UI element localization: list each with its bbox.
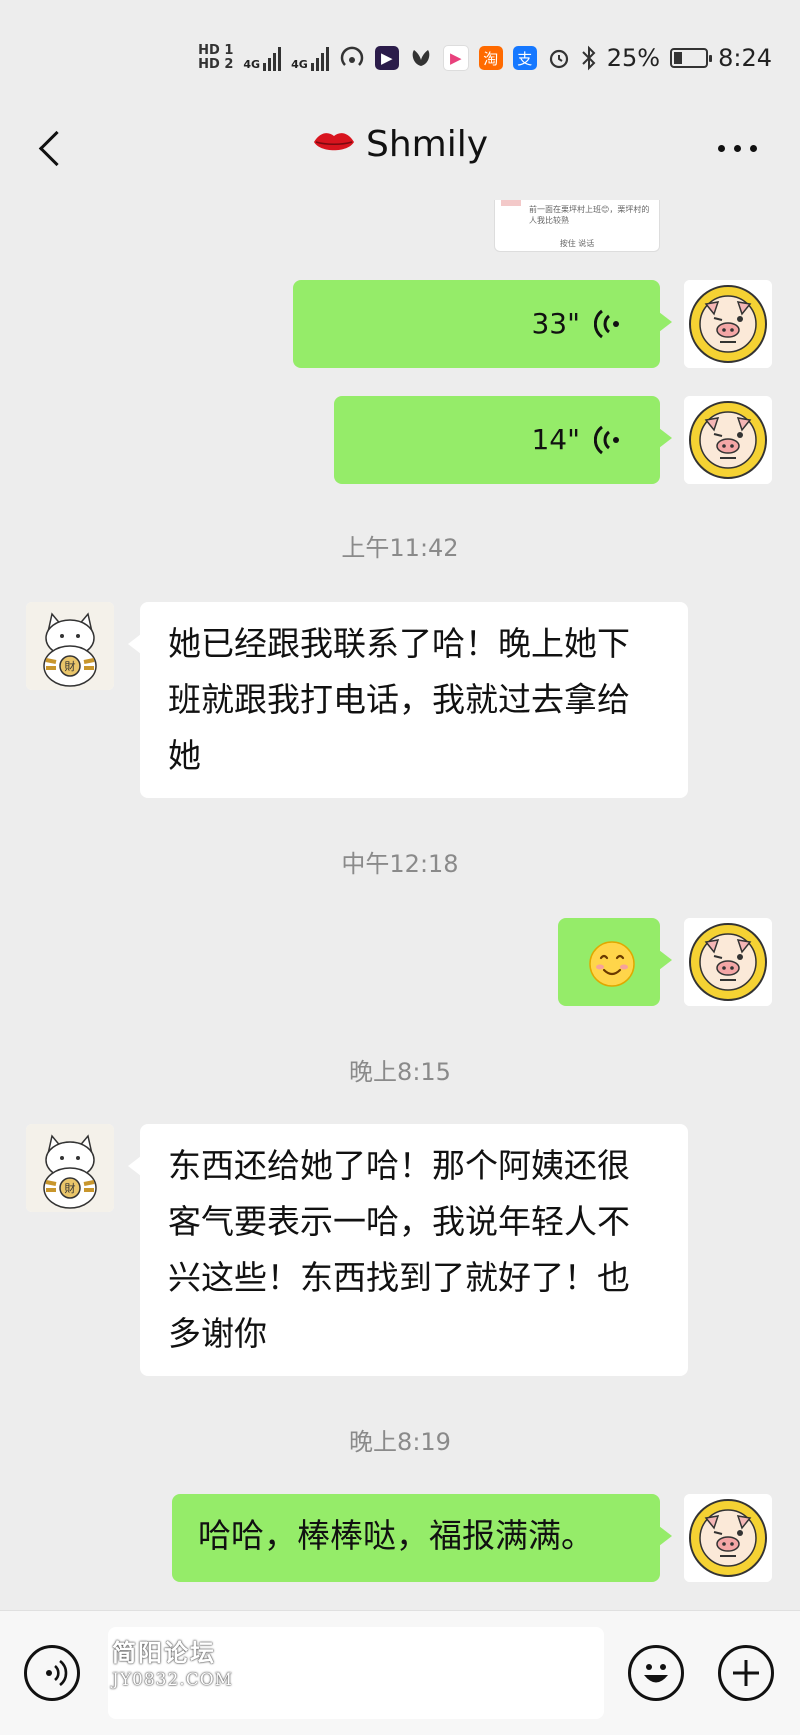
my-avatar[interactable] [684,918,772,1006]
message-list[interactable]: 前一面在栗坪村上班😊，栗坪村的人我比较熟 按住 说话 33" 14" 上午11:… [0,200,800,1610]
video-app-icon: ▶ [374,46,399,70]
clock: 8:24 [718,44,772,72]
signal-bars-icon [263,45,282,71]
svg-text:財: 財 [65,659,76,673]
incoming-message[interactable]: 她已经跟我联系了哈！晚上她下班就跟我打电话，我就过去拿给她 [128,602,688,798]
image-message-thumbnail[interactable]: 前一面在栗坪村上班😊，栗坪村的人我比较熟 按住 说话 [494,200,660,252]
signal-1: 4G [243,45,282,71]
message-text: 哈哈，棒棒哒，福报满满。 [198,1516,594,1555]
signal-2: 4G [291,45,329,71]
alarm-icon [549,49,568,69]
thumbnail-text: 前一面在栗坪村上班😊，栗坪村的人我比较熟 [529,205,650,225]
message-text: 东西还给她了哈！那个阿姨还很客气要表示一哈，我说年轻人不兴这些！东西找到了就好了… [168,1146,630,1353]
voice-wave-icon [594,425,619,455]
pig-avatar-icon [684,1494,772,1582]
emoji-message[interactable] [558,918,672,1006]
pig-avatar-icon [684,396,772,484]
butterfly-app-icon [412,50,430,66]
pig-avatar-icon [684,918,772,1006]
bluetooth-icon [582,45,596,71]
cat-avatar-icon: 財 [26,602,114,690]
input-bar: 简阳论坛 JY0832.COM [0,1610,800,1735]
thumbnail-footer: 按住 说话 [559,239,595,248]
voice-input-icon[interactable] [24,1645,80,1701]
chat-header: Shmily [0,100,800,200]
thumbnail-avatar [501,200,521,206]
contact-avatar[interactable]: 財 [26,1124,114,1212]
smile-emoji-icon [589,941,635,987]
my-avatar[interactable] [684,396,772,484]
incoming-message[interactable]: 东西还给她了哈！那个阿姨还很客气要表示一哈，我说年轻人不兴这些！东西找到了就好了… [128,1124,688,1376]
my-avatar[interactable] [684,1494,772,1582]
message-text: 她已经跟我联系了哈！晚上她下班就跟我打电话，我就过去拿给她 [168,624,630,775]
outgoing-message[interactable]: 哈哈，棒棒哒，福报满满。 [172,1494,672,1582]
battery-icon [670,48,713,68]
timestamp: 晚上8:15 [349,1058,451,1086]
svg-text:財: 財 [65,1181,76,1195]
video-play-icon: ▶ [442,45,469,71]
signal-bars-icon [310,45,329,71]
battery-percent: 25% [606,44,661,72]
emoji-icon[interactable] [628,1645,684,1701]
taobao-icon: 淘 [478,46,503,70]
alipay-icon: 支 [512,46,537,70]
hotspot-icon [340,46,363,66]
voice-wave-icon [594,309,619,339]
contact-avatar[interactable]: 財 [26,602,114,690]
plus-icon[interactable] [718,1645,774,1701]
timestamp: 晚上8:19 [349,1428,451,1456]
forum-watermark: 简阳论坛 JY0832.COM [112,1638,234,1690]
timestamp: 中午12:18 [341,850,459,878]
chat-title[interactable]: Shmily [0,124,800,165]
voice-duration: 14" [531,423,580,456]
voice-message[interactable]: 14" [334,396,672,484]
sim-indicator: HD 1 HD 2 [198,43,234,72]
status-bar: HD 1 HD 2 4G 4G ▶ ▶ 淘 支 25% 8:24 [0,0,800,100]
more-dots-icon[interactable] [718,140,760,156]
lips-icon [313,133,354,151]
cat-avatar-icon: 財 [26,1124,114,1212]
timestamp: 上午11:42 [341,534,459,562]
my-avatar[interactable] [684,280,772,368]
pig-avatar-icon [684,280,772,368]
voice-message[interactable]: 33" [293,280,672,368]
voice-duration: 33" [531,307,580,340]
